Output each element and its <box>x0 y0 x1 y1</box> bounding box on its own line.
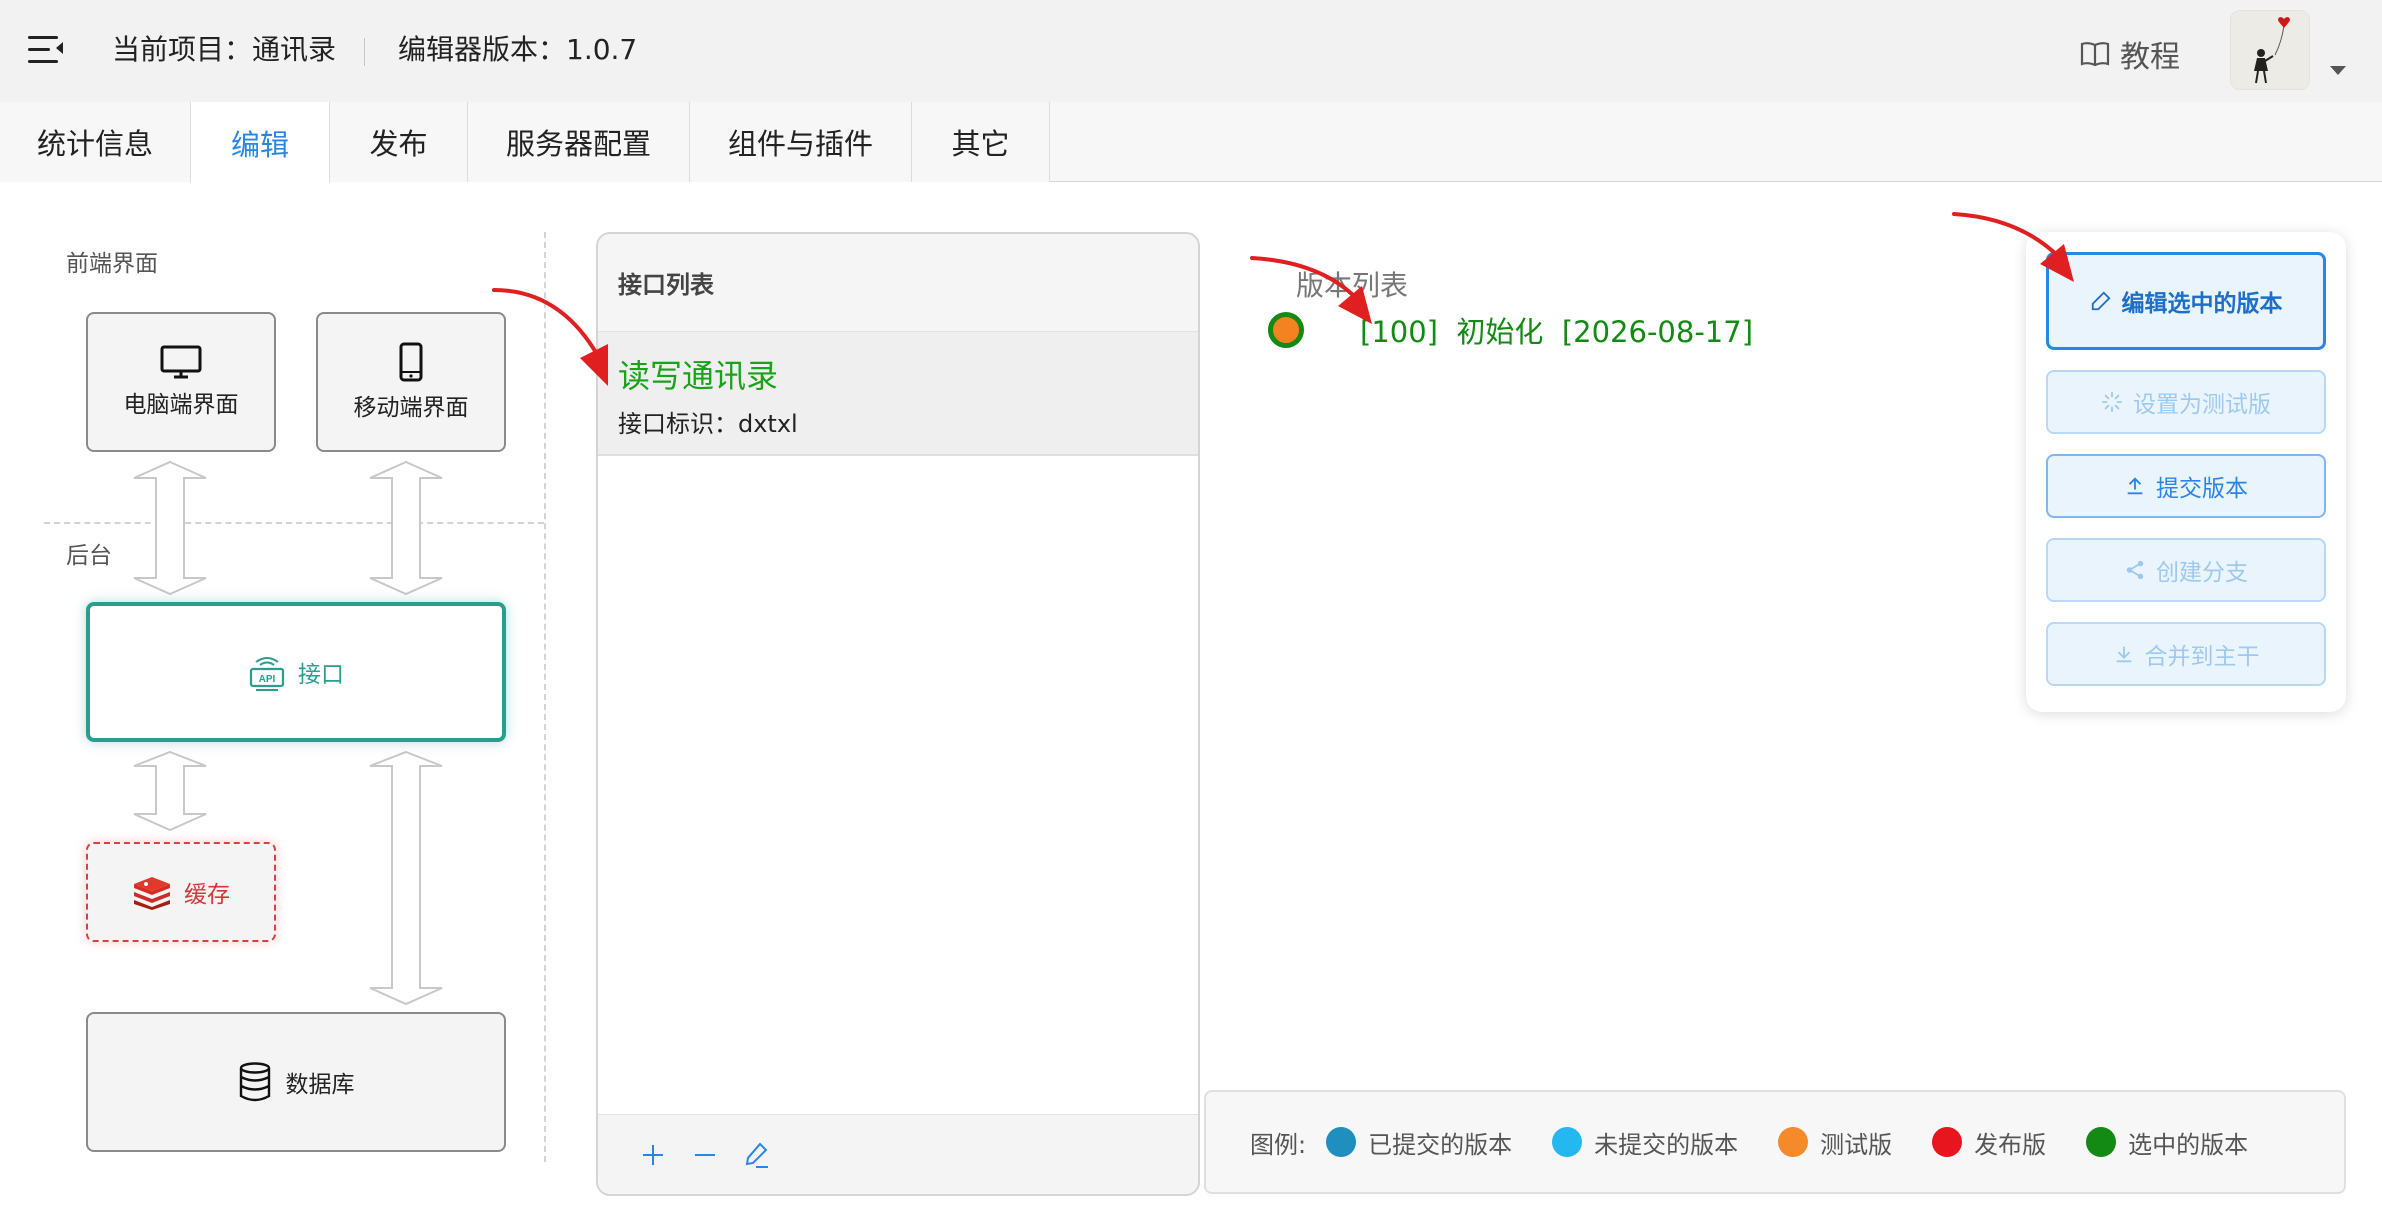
pc-ui-label: 电脑端界面 <box>123 392 239 418</box>
tab-others[interactable]: 其它 <box>912 102 1050 182</box>
version-status-dot <box>1268 312 1304 348</box>
current-project: 当前项目：通讯录 <box>112 33 337 66</box>
top-header: 当前项目：通讯录 编辑器版本：1.0.7 教程 <box>0 0 2382 102</box>
remove-icon[interactable] <box>690 1140 720 1170</box>
loading-icon <box>2101 391 2123 413</box>
edit-icon[interactable] <box>742 1140 772 1170</box>
redis-icon <box>134 877 170 910</box>
interface-list-panel: 接口列表 读写通讯录 接口标识：dxtxl <box>596 232 1200 1196</box>
version-list-title: 版本列表 <box>1296 269 1409 302</box>
column-divider <box>544 232 546 1162</box>
upload-icon <box>2127 477 2143 495</box>
edit-selected-version-label: 编辑选中的版本 <box>2121 291 2283 317</box>
database-icon <box>239 1062 270 1102</box>
legend-item: 选中的版本 <box>2086 1125 2248 1160</box>
section-divider <box>44 522 544 524</box>
legend-label-selected: 选中的版本 <box>2128 1130 2249 1159</box>
tab-components-plugins[interactable]: 组件与插件 <box>690 102 912 182</box>
submit-version-button[interactable]: 提交版本 <box>2046 454 2326 518</box>
submit-version-label: 提交版本 <box>2156 476 2248 502</box>
legend-label: 图例: <box>1250 1130 1307 1159</box>
version-actions-panel: 编辑选中的版本 设置为测试版 提交版本 创建分支 合并到主干 <box>2026 232 2346 712</box>
interface-list-toolbar <box>598 1114 1198 1194</box>
api-cache-connector <box>133 750 207 832</box>
api-icon: API <box>249 657 285 691</box>
share-icon <box>2126 560 2144 580</box>
cache-node[interactable]: 缓存 <box>86 842 276 942</box>
book-icon <box>2080 42 2110 67</box>
database-label: 数据库 <box>285 1072 355 1098</box>
header-divider <box>364 38 365 66</box>
merge-to-trunk-label: 合并到主干 <box>2144 644 2260 670</box>
set-test-version-button[interactable]: 设置为测试版 <box>2046 370 2326 434</box>
menu-toggle-icon[interactable] <box>28 34 64 66</box>
api-node[interactable]: API 接口 <box>86 602 506 742</box>
account-dropdown-icon[interactable] <box>2330 66 2346 75</box>
database-node[interactable]: 数据库 <box>86 1012 506 1152</box>
legend-item: 未提交的版本 <box>1552 1125 1738 1160</box>
create-branch-button[interactable]: 创建分支 <box>2046 538 2326 602</box>
pencil-icon <box>2091 291 2111 311</box>
svg-text:API: API <box>259 674 276 685</box>
legend: 图例: 已提交的版本 未提交的版本 测试版 发布版 选中的版本 <box>1204 1090 2346 1194</box>
edit-selected-version-button[interactable]: 编辑选中的版本 <box>2046 252 2326 350</box>
tutorial-label: 教程 <box>2120 40 2180 75</box>
mobile-api-connector <box>369 460 443 596</box>
merge-to-trunk-button[interactable]: 合并到主干 <box>2046 622 2326 686</box>
legend-label-unsubmitted: 未提交的版本 <box>1594 1130 1739 1159</box>
tab-edit[interactable]: 编辑 <box>190 102 330 183</box>
legend-item: 发布版 <box>1932 1125 2046 1160</box>
editor-version: 编辑器版本：1.0.7 <box>398 33 638 66</box>
legend-label-release: 发布版 <box>1974 1130 2047 1159</box>
legend-dot-release <box>1932 1127 1963 1157</box>
mobile-ui-label: 移动端界面 <box>353 395 469 421</box>
girl-with-balloon-icon <box>2231 11 2309 89</box>
api-label: 接口 <box>298 662 344 688</box>
list-item[interactable]: 读写通讯录 接口标识：dxtxl <box>598 332 1198 456</box>
set-test-version-label: 设置为测试版 <box>2133 392 2271 418</box>
legend-item: 已提交的版本 <box>1326 1125 1512 1160</box>
add-icon[interactable] <box>638 1140 668 1170</box>
api-database-connector <box>369 750 443 1006</box>
legend-item: 测试版 <box>1778 1125 1892 1160</box>
interface-id: 接口标识：dxtxl <box>618 410 798 438</box>
frontend-section-label: 前端界面 <box>66 251 158 277</box>
pc-ui-node[interactable]: 电脑端界面 <box>86 312 276 452</box>
create-branch-label: 创建分支 <box>2156 560 2248 586</box>
tab-stats[interactable]: 统计信息 <box>0 102 191 182</box>
pc-api-connector <box>133 460 207 596</box>
tutorial-link[interactable]: 教程 <box>2080 32 2180 76</box>
smartphone-icon <box>399 342 423 382</box>
interface-name: 读写通讯录 <box>618 357 779 395</box>
legend-dot-test <box>1778 1127 1809 1157</box>
version-label: [100] 初始化 [2026-08-17] <box>1360 315 1754 349</box>
legend-label-submitted: 已提交的版本 <box>1368 1130 1513 1159</box>
avatar[interactable] <box>2230 10 2310 90</box>
tab-publish[interactable]: 发布 <box>330 102 468 182</box>
tab-server-config[interactable]: 服务器配置 <box>468 102 690 182</box>
backend-section-label: 后台 <box>66 543 112 569</box>
interface-list-title: 接口列表 <box>598 234 1198 332</box>
legend-dot-submitted <box>1326 1127 1357 1157</box>
version-row[interactable]: [100] 初始化 [2026-08-17] <box>1268 310 1753 350</box>
monitor-icon <box>160 345 202 379</box>
download-icon <box>2116 646 2131 663</box>
legend-label-test: 测试版 <box>1820 1130 1893 1159</box>
legend-dot-selected <box>2086 1127 2117 1157</box>
mobile-ui-node[interactable]: 移动端界面 <box>316 312 506 452</box>
cache-label: 缓存 <box>184 882 230 908</box>
legend-dot-unsubmitted <box>1552 1127 1583 1157</box>
main-tabs: 统计信息 编辑 发布 服务器配置 组件与插件 其它 <box>0 102 2382 183</box>
